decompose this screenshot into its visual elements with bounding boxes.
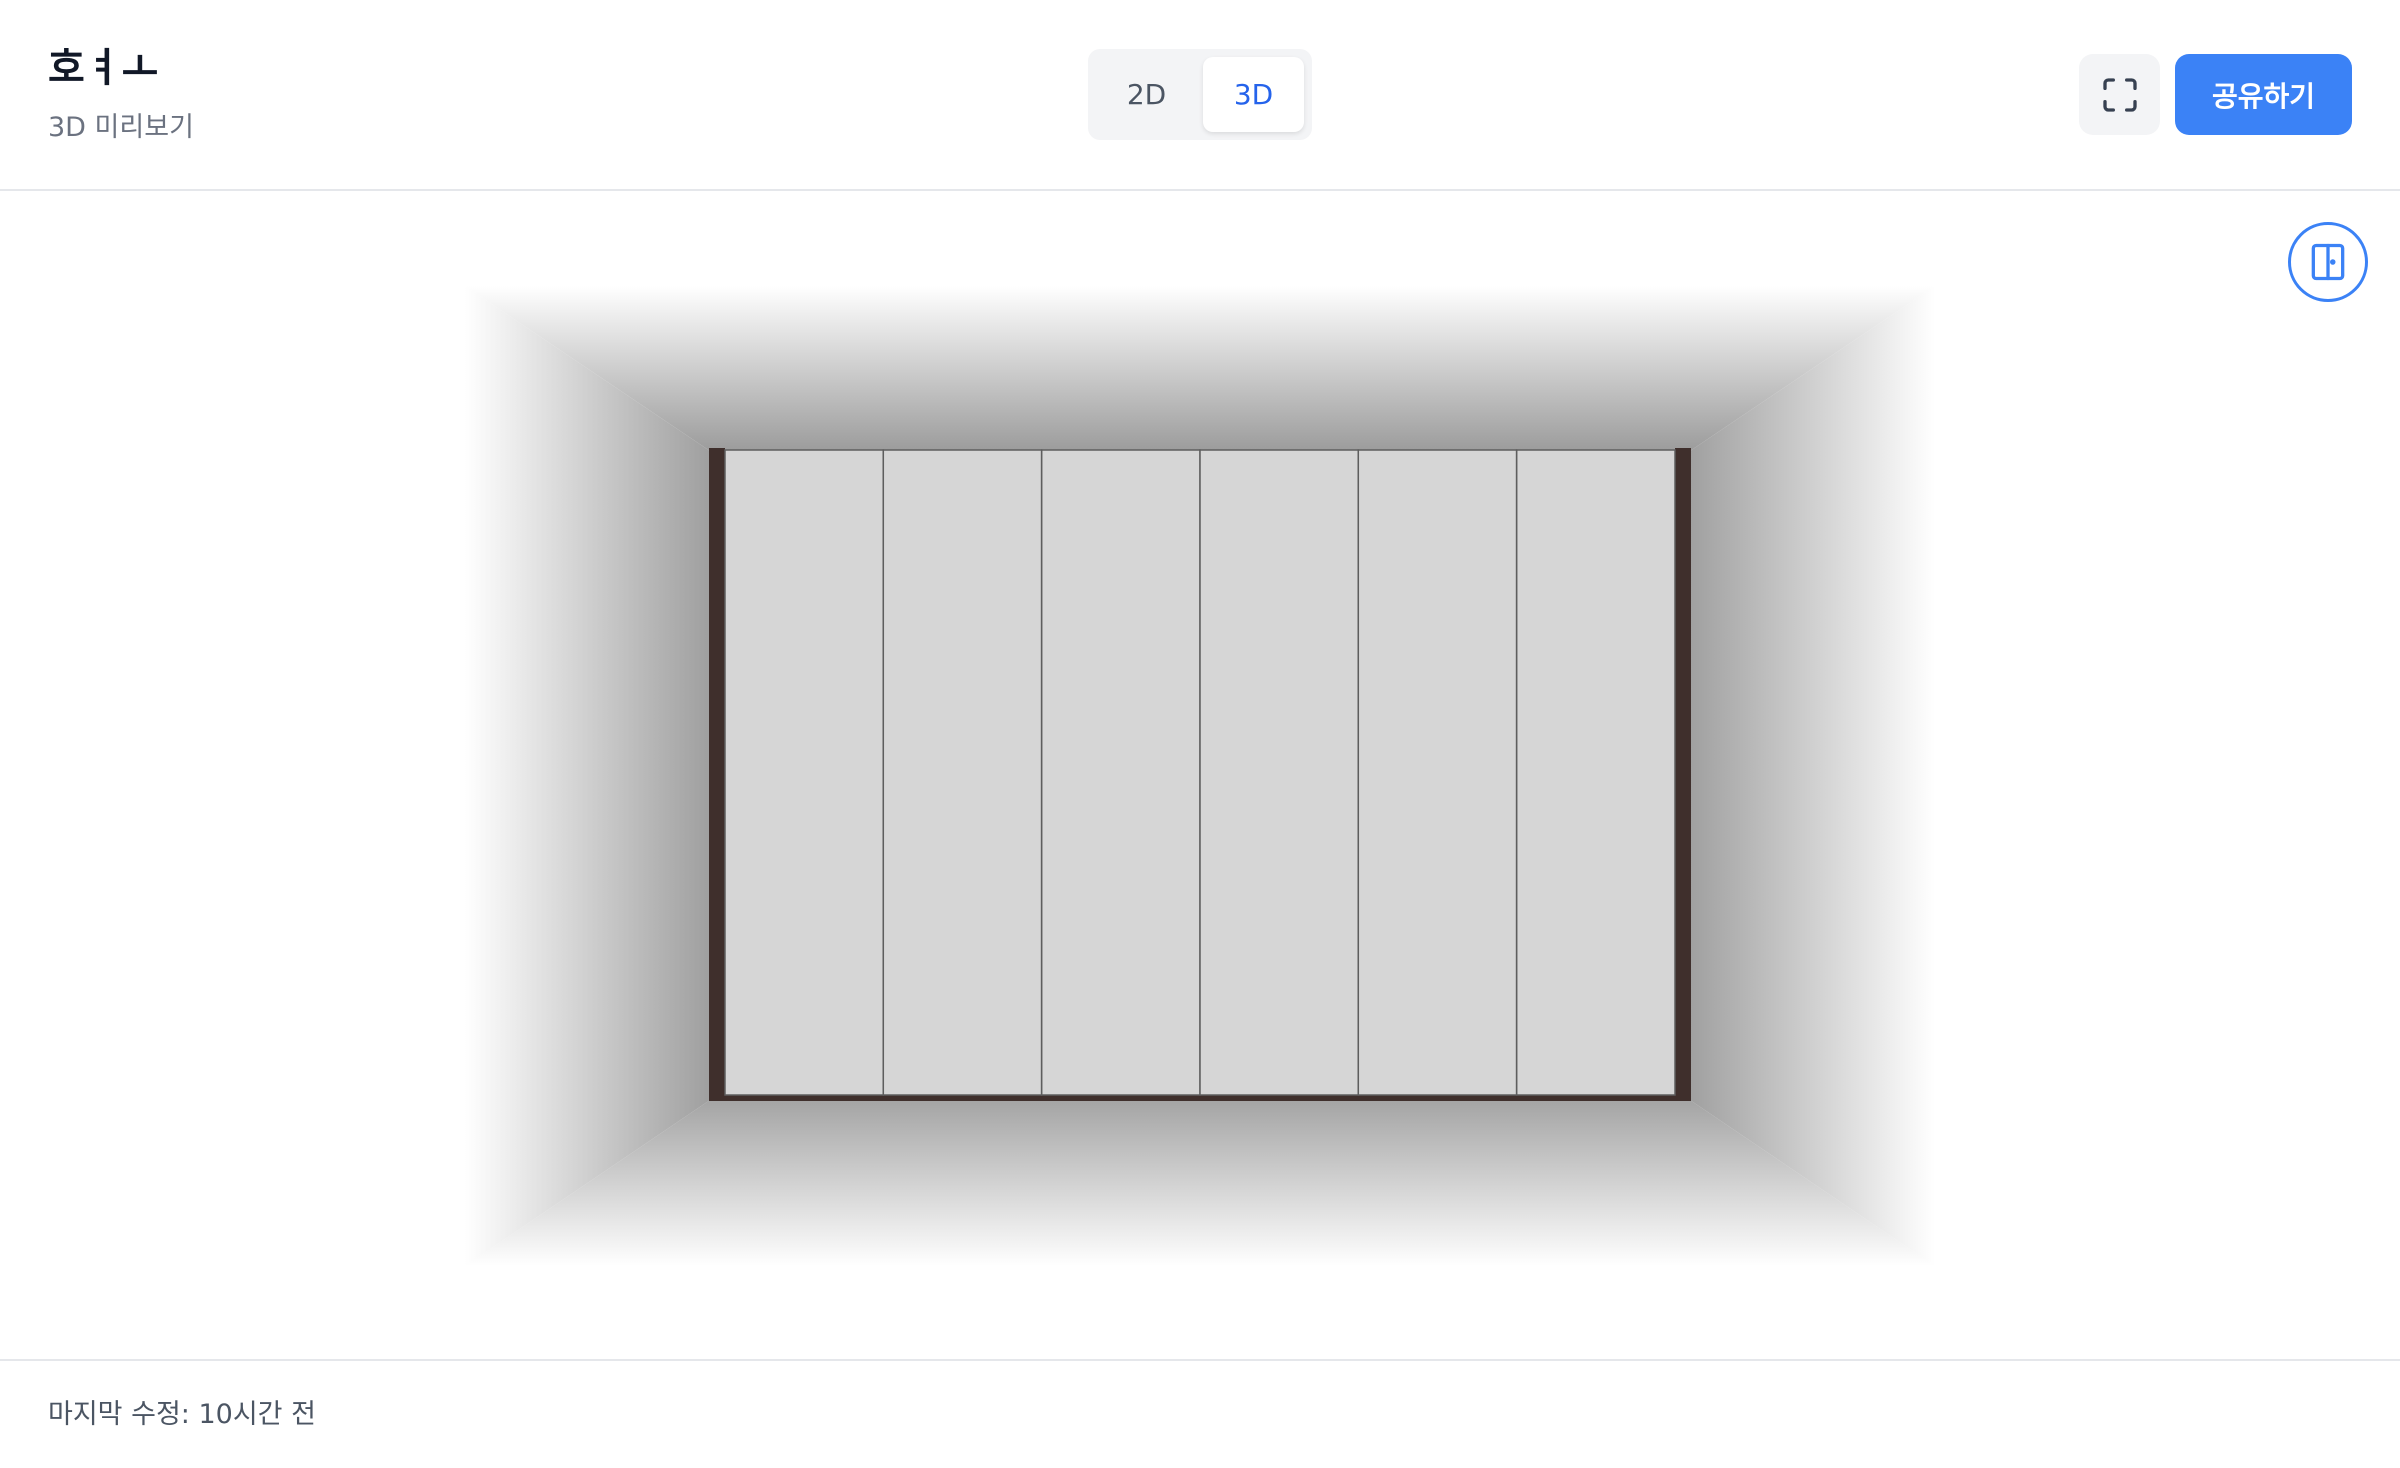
top-bar: 호ㅕㅗ 3D 미리보기 2D 3D 공유하기 — [0, 0, 2400, 191]
share-button[interactable]: 공유하기 — [2175, 54, 2352, 135]
room-bottom-wall — [465, 1100, 1935, 1266]
last-modified-text: 마지막 수정: 10시간 전 — [48, 1399, 316, 1430]
wardrobe-door-4[interactable] — [1199, 449, 1360, 1096]
wardrobe-doors — [724, 449, 1676, 1096]
page-title: 호ㅕㅗ — [48, 45, 159, 91]
page-subtitle: 3D 미리보기 — [48, 112, 194, 143]
wardrobe-door-5[interactable] — [1357, 449, 1518, 1096]
wardrobe-door-2[interactable] — [882, 449, 1043, 1096]
view-mode-toggle: 2D 3D — [1088, 49, 1312, 140]
fullscreen-icon — [2102, 77, 2137, 112]
room-right-wall — [1690, 286, 1935, 1266]
wardrobe-bottom-rail — [709, 1095, 1691, 1101]
3d-viewport[interactable] — [0, 191, 2400, 1359]
view-3d-button[interactable]: 3D — [1203, 57, 1304, 132]
door-panel-icon — [2311, 243, 2345, 281]
view-2d-button[interactable]: 2D — [1096, 57, 1197, 132]
wardrobe-right-side — [1675, 448, 1691, 1100]
wardrobe-door-1[interactable] — [724, 449, 885, 1096]
3d-scene[interactable] — [0, 191, 2400, 1359]
status-bar: 마지막 수정: 10시간 전 — [0, 1359, 2400, 1468]
door-toggle-button[interactable] — [2288, 222, 2368, 302]
fullscreen-button[interactable] — [2079, 54, 2160, 135]
wardrobe-door-3[interactable] — [1040, 449, 1201, 1096]
wardrobe-door-6[interactable] — [1515, 449, 1676, 1096]
wardrobe-left-side — [709, 448, 725, 1100]
room-top-wall — [465, 286, 1935, 451]
room-left-wall — [465, 286, 710, 1266]
